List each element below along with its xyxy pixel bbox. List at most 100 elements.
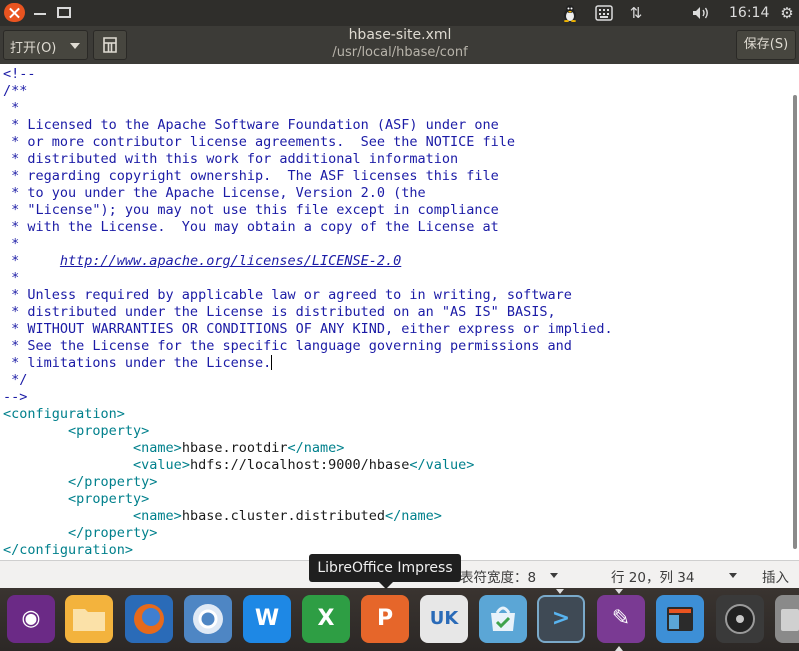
code-content[interactable]: <!--/** * * Licensed to the Apache Softw… [3,66,613,559]
tab-width-selector[interactable]: 表符宽度：8 [460,566,536,586]
dock-software-button[interactable] [479,595,527,643]
window-maximize-button[interactable] [54,3,75,22]
dock-impress-button[interactable]: P [361,595,409,643]
code-token: * [3,253,60,269]
code-token: * to you under the Apache License, Versi… [3,185,426,201]
code-token: </name> [287,440,345,456]
dock-language-button[interactable]: UK [420,595,468,643]
running-indicator-icon [615,589,623,594]
code-line: </property> [3,474,613,491]
code-line: * "License"); you may not use this file … [3,202,613,219]
code-line: <name>hbase.rootdir</name> [3,440,613,457]
folder-icon [73,609,105,631]
code-token: * [3,100,20,116]
code-token: hbase.cluster.distributed [181,508,386,524]
chevron-down-icon[interactable] [550,573,558,578]
chevron-down-icon [70,43,80,49]
code-token: </property> [68,525,158,541]
dock-chromium-button[interactable] [184,595,232,643]
code-line: * Licensed to the Apache Software Founda… [3,117,613,134]
calc-icon: X [317,606,335,631]
new-document-icon [103,37,117,53]
code-token: <configuration> [3,406,125,422]
code-line: </configuration> [3,542,613,559]
code-line: * [3,100,613,117]
dock-calc-button[interactable]: X [302,595,350,643]
code-token: <!-- [3,66,36,82]
gear-icon[interactable]: ⚙ [778,0,796,26]
code-token: */ [3,372,28,388]
cursor-position-selector[interactable]: 行 20，列 34 [611,566,694,586]
terminal-prompt-icon: > [551,606,571,631]
save-button[interactable]: 保存(S) [736,30,796,60]
code-token: </configuration> [3,542,134,558]
code-line: * See the License for the specific langu… [3,338,613,355]
tux-icon[interactable] [562,4,578,22]
code-line: --> [3,389,613,406]
pen-icon: ✎ [611,606,631,631]
code-token: /** [3,83,28,99]
code-line: <name>hbase.cluster.distributed</name> [3,508,613,525]
dock-workspace-button[interactable] [656,595,704,643]
code-line: * WITHOUT WARRANTIES OR CONDITIONS OF AN… [3,321,613,338]
open-button[interactable]: 打开(O) [3,30,88,60]
code-token: <property> [68,423,150,439]
code-token: <property> [68,491,150,507]
dock-writer-button[interactable]: W [243,595,291,643]
network-icon[interactable]: ⇅ [627,0,645,26]
header-bar: 打开(O) hbase-site.xml /usr/local/hbase/co… [0,26,799,64]
volume-icon[interactable] [692,6,710,20]
running-indicator-icon [556,589,564,594]
code-token: * regarding copyright ownership. The ASF… [3,168,499,184]
dock-terminal-button[interactable]: > [537,595,585,643]
ubuntu-logo-icon: ◉ [21,606,41,631]
code-line: * with the License. You may obtain a cop… [3,219,613,236]
code-line: <property> [3,423,613,440]
dock-ubuntu-button[interactable]: ◉ [7,595,55,643]
new-document-button[interactable] [93,30,127,60]
code-token: * WITHOUT WARRANTIES OR CONDITIONS OF AN… [3,321,613,337]
dock-firefox-button[interactable] [125,595,173,643]
window-minimize-button[interactable] [30,3,51,22]
clock[interactable]: 16:14 [729,0,769,26]
code-token: --> [3,389,28,405]
code-token: </name> [385,508,442,524]
code-token: * [3,270,20,286]
keyboard-icon[interactable] [595,5,613,21]
window-close-button[interactable] [4,3,25,22]
code-line: <!-- [3,66,613,83]
chromium-icon [193,604,223,634]
code-token: hbase.rootdir [181,440,288,456]
dock-trash-button[interactable] [775,595,799,643]
disk-icon [725,604,755,634]
trash-icon [781,609,799,631]
license-link[interactable]: http://www.apache.org/licenses/LICENSE-2… [60,253,401,269]
tooltip-pointer [379,582,393,589]
code-token: <name> [133,508,182,524]
dock-files-button[interactable] [65,595,113,643]
vertical-scrollbar[interactable] [793,95,797,549]
code-token: * [3,236,20,252]
writer-icon: W [254,606,280,631]
code-line: * to you under the Apache License, Versi… [3,185,613,202]
firefox-icon [134,604,164,634]
text-editor[interactable]: <!--/** * * Licensed to the Apache Softw… [0,64,792,560]
dock-disk-button[interactable] [716,595,764,643]
insert-mode-indicator: 插入 [762,570,789,586]
window-subtitle: /usr/local/hbase/conf [332,45,468,60]
window-title: hbase-site.xml [348,27,452,43]
impress-icon: P [376,606,394,631]
chevron-down-icon[interactable] [729,573,737,578]
code-line: </property> [3,525,613,542]
top-panel: ⇅ 16:14 ⚙ [0,0,799,26]
open-button-label: 打开(O) [10,41,57,56]
dock-text-editor-button[interactable]: ✎ [597,595,645,643]
code-line: * distributed under the License is distr… [3,304,613,321]
code-token: <value> [133,457,190,473]
code-line: * or more contributor license agreements… [3,134,613,151]
